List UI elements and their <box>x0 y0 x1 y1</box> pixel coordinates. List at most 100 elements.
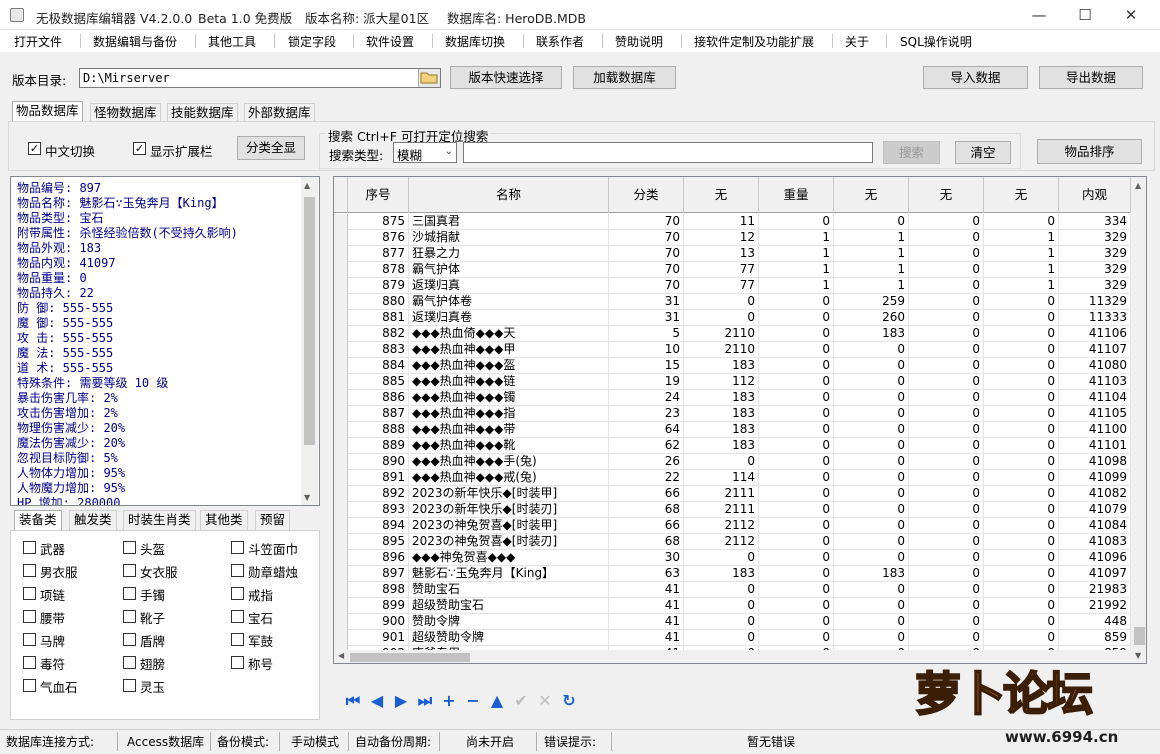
table-cell[interactable]: 31 <box>609 310 684 326</box>
row-indicator[interactable] <box>334 342 348 358</box>
menu-sponsor-info[interactable]: 赞助说明 <box>615 33 663 50</box>
table-cell[interactable]: 0 <box>909 550 984 566</box>
category-checkbox[interactable] <box>123 564 136 577</box>
table-cell[interactable]: 0 <box>684 550 759 566</box>
table-cell[interactable]: 0 <box>909 438 984 454</box>
row-indicator[interactable] <box>334 390 348 406</box>
table-cell[interactable]: 15 <box>609 358 684 374</box>
table-cell[interactable]: 0 <box>984 502 1059 518</box>
table-cell[interactable]: 霸气护体卷 <box>409 294 609 310</box>
table-cell[interactable]: 0 <box>909 566 984 582</box>
table-cell[interactable]: 13 <box>684 246 759 262</box>
table-cell[interactable]: 0 <box>834 518 909 534</box>
table-cell[interactable]: 0 <box>834 454 909 470</box>
table-cell[interactable]: 11333 <box>1059 310 1131 326</box>
tab-item-db[interactable]: 物品数据库 <box>12 101 83 121</box>
table-row[interactable]: 888 ◆◆◆热血神◆◆◆带 64 183 0 0 0 0 41100 <box>334 422 1134 438</box>
version-quick-select-button[interactable]: 版本快速选择 <box>450 66 562 89</box>
table-cell[interactable]: 259 <box>834 294 909 310</box>
table-cell[interactable]: 877 <box>348 246 409 262</box>
table-row[interactable]: 882 ◆◆◆热血倚◆◆◆天 5 2110 0 183 0 0 41106 <box>334 326 1134 342</box>
subtab-trigger[interactable]: 触发类 <box>69 510 117 530</box>
table-cell[interactable]: 70 <box>609 214 684 230</box>
table-cell[interactable]: 0 <box>834 390 909 406</box>
table-cell[interactable]: 31 <box>609 294 684 310</box>
table-cell[interactable]: 41099 <box>1059 470 1131 486</box>
table-cell[interactable]: 返璞归真卷 <box>409 310 609 326</box>
table-cell[interactable]: 41098 <box>1059 454 1131 470</box>
table-cell[interactable]: 0 <box>684 454 759 470</box>
column-header[interactable]: 序号 <box>348 177 409 213</box>
column-header[interactable]: 无 <box>984 177 1059 213</box>
table-row[interactable]: 900 赞助令牌 41 0 0 0 0 0 448 <box>334 614 1134 630</box>
table-cell[interactable]: 0 <box>759 342 834 358</box>
table-cell[interactable]: 0 <box>759 294 834 310</box>
table-cell[interactable]: 70 <box>609 230 684 246</box>
table-cell[interactable]: 0 <box>684 294 759 310</box>
table-cell[interactable]: 41082 <box>1059 486 1131 502</box>
table-cell[interactable]: 0 <box>759 374 834 390</box>
table-cell[interactable]: 41107 <box>1059 342 1131 358</box>
table-cell[interactable]: ◆◆◆热血神◆◆◆甲 <box>409 342 609 358</box>
table-cell[interactable]: 183 <box>684 438 759 454</box>
table-cell[interactable]: 882 <box>348 326 409 342</box>
table-row[interactable]: 889 ◆◆◆热血神◆◆◆靴 62 183 0 0 0 0 41101 <box>334 438 1134 454</box>
category-checkbox[interactable] <box>23 541 36 554</box>
table-cell[interactable]: 0 <box>759 582 834 598</box>
cancel-record-icon[interactable]: ✕ <box>535 690 555 712</box>
scroll-up-icon[interactable]: ▲ <box>1135 181 1141 190</box>
menu-settings[interactable]: 软件设置 <box>366 33 414 50</box>
table-cell[interactable]: 0 <box>834 342 909 358</box>
table-cell[interactable]: 881 <box>348 310 409 326</box>
table-cell[interactable]: ◆◆◆热血神◆◆◆手(兔) <box>409 454 609 470</box>
menu-contact-author[interactable]: 联系作者 <box>536 33 584 50</box>
close-button[interactable]: ✕ <box>1108 0 1154 30</box>
menu-custom-dev[interactable]: 接软件定制及功能扩展 <box>694 33 814 50</box>
clear-button[interactable]: 清空 <box>955 141 1011 164</box>
column-header[interactable]: 无 <box>684 177 759 213</box>
table-cell[interactable]: 0 <box>759 406 834 422</box>
subtab-equipment[interactable]: 装备类 <box>14 510 62 530</box>
table-row[interactable]: 886 ◆◆◆热血神◆◆◆镯 24 183 0 0 0 0 41104 <box>334 390 1134 406</box>
show-ext-checkbox[interactable]: ✓ <box>133 142 146 155</box>
table-cell[interactable]: 329 <box>1059 262 1131 278</box>
scroll-left-icon[interactable]: ◀ <box>338 651 344 660</box>
category-checkbox[interactable] <box>231 610 244 623</box>
row-indicator[interactable] <box>334 454 348 470</box>
table-cell[interactable]: 0 <box>909 310 984 326</box>
show-all-categories-button[interactable]: 分类全显 <box>237 136 305 160</box>
table-cell[interactable]: 0 <box>759 486 834 502</box>
column-header[interactable]: 分类 <box>609 177 684 213</box>
table-cell[interactable]: 0 <box>759 358 834 374</box>
table-cell[interactable]: 0 <box>984 454 1059 470</box>
delete-record-icon[interactable]: − <box>463 690 483 712</box>
table-cell[interactable]: ◆◆◆热血神◆◆◆戒(兔) <box>409 470 609 486</box>
category-checkbox[interactable] <box>231 541 244 554</box>
table-cell[interactable]: 329 <box>1059 278 1131 294</box>
insert-record-icon[interactable]: + <box>439 690 459 712</box>
table-cell[interactable]: 霸气护体 <box>409 262 609 278</box>
table-cell[interactable]: 0 <box>834 422 909 438</box>
table-cell[interactable]: 41079 <box>1059 502 1131 518</box>
table-cell[interactable]: 41106 <box>1059 326 1131 342</box>
table-cell[interactable]: 183 <box>834 326 909 342</box>
table-cell[interactable]: 超级赞助令牌 <box>409 630 609 646</box>
table-cell[interactable]: 1 <box>984 246 1059 262</box>
table-cell[interactable]: 0 <box>909 246 984 262</box>
row-indicator[interactable] <box>334 310 348 326</box>
table-row[interactable]: 890 ◆◆◆热血神◆◆◆手(兔) 26 0 0 0 0 0 41098 <box>334 454 1134 470</box>
row-indicator[interactable] <box>334 598 348 614</box>
table-cell[interactable]: 1 <box>984 262 1059 278</box>
table-cell[interactable]: 2023の新年快乐◆[时装甲] <box>409 486 609 502</box>
table-cell[interactable]: 0 <box>759 598 834 614</box>
subtab-reserved[interactable]: 预留 <box>255 510 291 530</box>
table-cell[interactable]: 0 <box>909 262 984 278</box>
table-cell[interactable]: 0 <box>834 550 909 566</box>
table-cell[interactable]: 894 <box>348 518 409 534</box>
table-cell[interactable]: 260 <box>834 310 909 326</box>
table-cell[interactable]: ◆◆◆热血神◆◆◆盔 <box>409 358 609 374</box>
table-row[interactable]: 892 2023の新年快乐◆[时装甲] 66 2111 0 0 0 0 41082 <box>334 486 1134 502</box>
table-row[interactable]: 893 2023の新年快乐◆[时装刃] 68 2111 0 0 0 0 41079 <box>334 502 1134 518</box>
edit-record-icon[interactable]: ▲ <box>487 690 507 712</box>
table-cell[interactable]: 0 <box>759 422 834 438</box>
